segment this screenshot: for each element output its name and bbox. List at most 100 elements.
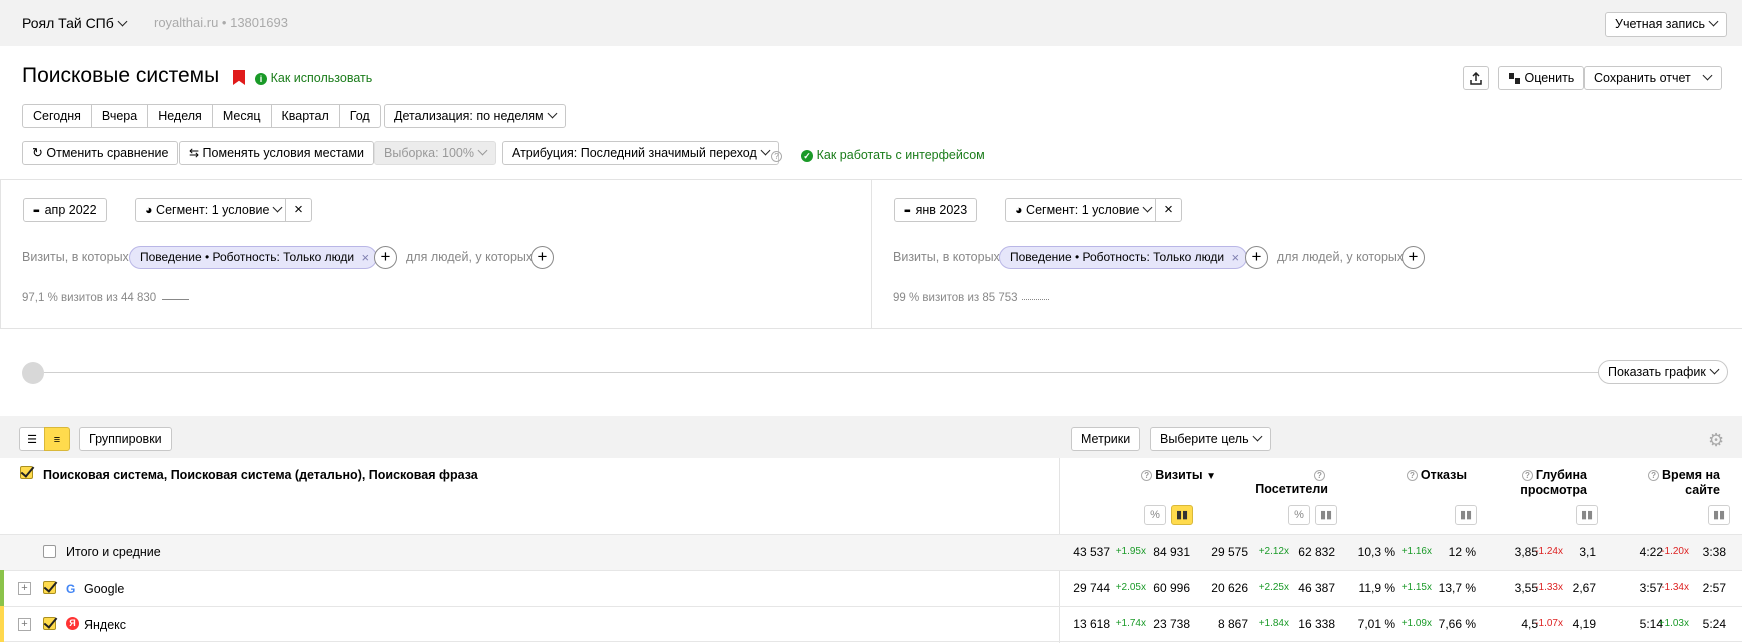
col-users-header[interactable]: ?Посетители: [1242, 468, 1328, 496]
save-report-button[interactable]: Сохранить отчет: [1584, 66, 1701, 90]
depth-bar-toggle[interactable]: ▮▮: [1576, 505, 1598, 525]
users-percent-toggle[interactable]: %: [1288, 505, 1310, 525]
cell-depth-b: 2,67: [1572, 581, 1596, 595]
people-condition-label-b: для людей, у которых: [1277, 250, 1404, 264]
period-b-button[interactable]: ▪▪▪ янв 2023: [894, 198, 978, 222]
segment-a-dropdown[interactable]: ◕ Сегмент: 1 условие: [135, 198, 292, 222]
chevron-down-icon: [1143, 202, 1153, 213]
row-checkbox[interactable]: [43, 581, 56, 594]
sample-dropdown[interactable]: Выборка: 100%: [374, 141, 496, 165]
swap-icon: ⇆: [189, 146, 200, 160]
export-button[interactable]: [1463, 66, 1489, 90]
attribution-dropdown[interactable]: Атрибуция: Последний значимый переход: [502, 141, 779, 165]
counter-selector[interactable]: Роял Тай СПб: [22, 15, 128, 31]
cancel-compare-button[interactable]: ↻ Отменить сравнение: [22, 141, 179, 165]
segment-condition-chip-b[interactable]: Поведение • Роботность: Только люди ×: [999, 246, 1248, 269]
header-checkbox[interactable]: [20, 466, 33, 479]
add-visit-condition-button-b[interactable]: +: [1245, 246, 1268, 269]
bounce-bar-toggle[interactable]: ▮▮: [1455, 505, 1477, 525]
row-label: Яндекс: [84, 618, 127, 632]
cell-bounce-a: 11,9 %: [1358, 581, 1395, 595]
thumbs-icon: [1509, 73, 1520, 85]
share-icon: [1470, 71, 1482, 85]
time-bar-toggle[interactable]: ▮▮: [1708, 505, 1730, 525]
detail-dropdown[interactable]: Детализация: по неделям: [384, 104, 566, 128]
goal-dropdown[interactable]: Выберите цель: [1150, 427, 1271, 451]
table-row-google[interactable]: [0, 570, 1742, 606]
help-icon[interactable]: ?: [1314, 470, 1325, 481]
cell-bounce-a: 10,3 %: [1357, 545, 1395, 559]
segment-b-remove-button[interactable]: ×: [1155, 198, 1182, 222]
period-a-button[interactable]: ▪▪▪ апр 2022: [23, 198, 107, 222]
period-yesterday[interactable]: Вчера: [92, 105, 149, 127]
expand-icon[interactable]: +: [18, 618, 31, 631]
expand-icon[interactable]: +: [18, 582, 31, 595]
visits-bar-toggle[interactable]: ▮▮: [1171, 505, 1193, 525]
segment-a-remove-button[interactable]: ×: [285, 198, 312, 222]
bookmark-icon[interactable]: [233, 70, 245, 85]
col-visits-header[interactable]: ? Визиты ▼: [1120, 468, 1216, 482]
summary-line-b: [1022, 299, 1049, 300]
help-icon[interactable]: ?: [1648, 470, 1660, 481]
cell-time-d: -1.34x: [1661, 582, 1689, 593]
plus-icon: +: [1251, 247, 1262, 266]
groupings-button[interactable]: Группировки: [79, 427, 172, 451]
help-icon[interactable]: ?: [1141, 470, 1153, 481]
account-button[interactable]: Учетная запись: [1605, 12, 1728, 37]
plus-icon: +: [1408, 247, 1419, 266]
add-visit-condition-button-a[interactable]: +: [374, 246, 397, 269]
add-people-condition-button-a[interactable]: +: [531, 246, 554, 269]
cell-users-b: 62 832: [1298, 545, 1335, 559]
cell-visits-a: 43 537: [1073, 545, 1110, 559]
attribution-help-icon[interactable]: ?: [771, 148, 785, 163]
period-month[interactable]: Месяц: [213, 105, 272, 127]
table-row-yandex[interactable]: [0, 606, 1742, 642]
add-people-condition-button-b[interactable]: +: [1402, 246, 1425, 269]
cell-time-b: 5:24: [1702, 617, 1726, 631]
list-icon: ☰: [27, 434, 37, 446]
how-to-work-link[interactable]: ✓ Как работать с интерфейсом: [801, 147, 985, 162]
site-domain: royalthai.ru: [154, 15, 219, 30]
bar-chart-icon: ▮▮: [1580, 509, 1594, 521]
chevron-down-icon: [760, 145, 771, 156]
help-icon[interactable]: ?: [1406, 470, 1418, 481]
period-today[interactable]: Сегодня: [23, 105, 92, 127]
list-view-button[interactable]: ☰: [19, 427, 45, 451]
period-quarter[interactable]: Квартал: [272, 105, 340, 127]
rate-button[interactable]: Оценить: [1498, 66, 1585, 90]
undo-icon: ↻: [32, 145, 43, 160]
segment-b-dropdown[interactable]: ◕ Сегмент: 1 условие: [1005, 198, 1162, 222]
settings-gear-icon[interactable]: ⚙: [1708, 430, 1724, 451]
row-label: Google: [84, 582, 125, 596]
segment-condition-chip-a[interactable]: Поведение • Роботность: Только люди ×: [129, 246, 378, 269]
bar-chart-icon: ▮▮: [1319, 509, 1333, 521]
pie-icon: ◕: [145, 203, 153, 217]
cell-visits-b: 23 738: [1153, 617, 1190, 631]
period-year[interactable]: Год: [340, 105, 380, 127]
how-to-use-link[interactable]: i Как использовать: [255, 70, 372, 85]
row-checkbox[interactable]: [43, 617, 56, 630]
chip-close-icon[interactable]: ×: [1231, 247, 1239, 268]
period-week[interactable]: Неделя: [148, 105, 213, 127]
chart-icon[interactable]: [22, 362, 44, 384]
swap-conditions-button[interactable]: ⇆ Поменять условия местами: [179, 141, 374, 165]
col-time-header[interactable]: ? Время на сайте: [1640, 468, 1720, 498]
cell-bounce-d: +1.15x: [1401, 582, 1432, 593]
cell-visits-b: 84 931: [1153, 545, 1190, 559]
visits-percent-toggle[interactable]: %: [1144, 505, 1166, 525]
cell-bounce-d: +1.09x: [1401, 618, 1432, 629]
close-icon: ×: [294, 201, 303, 218]
help-icon[interactable]: ?: [1521, 470, 1533, 481]
row-checkbox[interactable]: [43, 545, 56, 558]
col-bounce-header[interactable]: ? Отказы: [1400, 468, 1467, 482]
show-chart-button[interactable]: Показать график: [1598, 360, 1728, 384]
cell-bounce-b: 7,66 %: [1438, 617, 1476, 631]
cell-visits-a: 13 618: [1073, 617, 1110, 631]
chip-close-icon[interactable]: ×: [361, 247, 369, 268]
users-bar-toggle[interactable]: ▮▮: [1315, 505, 1337, 525]
col-depth-header[interactable]: ? Глубина просмотра: [1507, 468, 1587, 498]
metrics-button[interactable]: Метрики: [1071, 427, 1141, 451]
save-report-menu-button[interactable]: [1694, 66, 1722, 90]
tree-view-button[interactable]: ≡: [44, 427, 70, 451]
cell-visits-d: +2.05x: [1115, 582, 1146, 593]
